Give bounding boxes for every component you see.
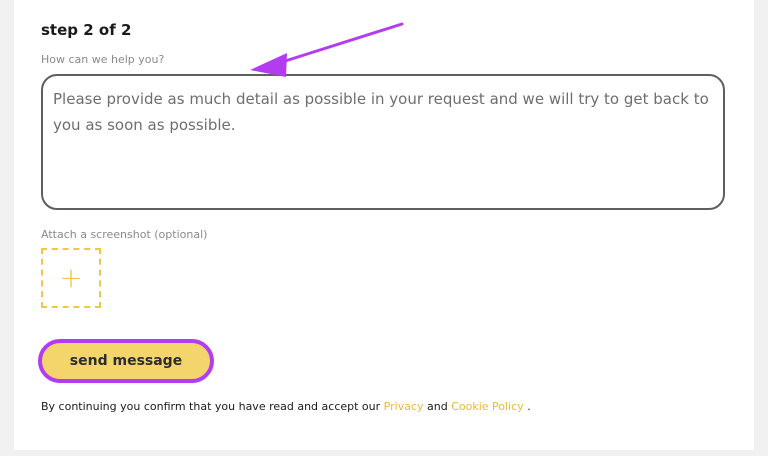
privacy-link[interactable]: Privacy xyxy=(384,400,424,413)
cookie-policy-link[interactable]: Cookie Policy xyxy=(451,400,523,413)
step-title: step 2 of 2 xyxy=(41,21,132,39)
message-textarea[interactable] xyxy=(41,74,725,210)
plus-icon: + xyxy=(59,261,83,294)
consent-prefix: By continuing you confirm that you have … xyxy=(41,400,381,413)
help-label: How can we help you? xyxy=(41,53,165,66)
consent-text: By continuing you confirm that you have … xyxy=(41,400,531,413)
support-form-card: step 2 of 2 How can we help you? Attach … xyxy=(14,0,754,450)
attach-screenshot-button[interactable]: + xyxy=(41,248,101,308)
attach-screenshot-label: Attach a screenshot (optional) xyxy=(41,228,208,241)
consent-conjunction: and xyxy=(427,400,448,413)
send-message-button[interactable]: send message xyxy=(38,339,214,383)
consent-suffix: . xyxy=(527,400,531,413)
